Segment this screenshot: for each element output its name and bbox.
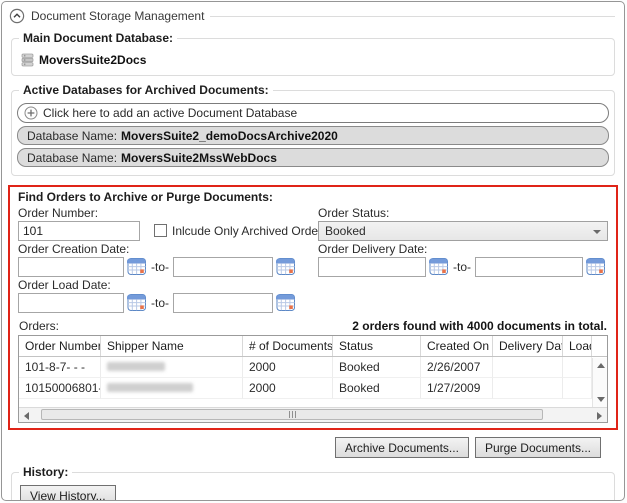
main-database-group: Main Document Database: MoversSuite2Docs [11,38,615,76]
order-status-label: Order Status: [318,205,608,220]
view-history-button[interactable]: View History... [20,485,116,501]
date-range-separator: -to- [449,260,475,274]
status-cell: Booked [333,378,421,399]
header-divider [210,16,615,17]
archived-databases-group: Active Databases for Archived Documents:… [11,90,615,176]
scroll-right-icon[interactable] [597,412,602,420]
creation-date-label: Order Creation Date: [18,241,310,256]
order-number-label: Order Number: [18,205,310,220]
chevron-down-icon [593,230,601,234]
column-header-status[interactable]: Status [333,336,421,356]
delivery-date-from-input[interactable] [318,257,426,277]
load-date-to-input[interactable] [173,293,273,313]
column-header-documents[interactable]: # of Documents [243,336,333,356]
document-storage-management-panel: Document Storage Management Main Documen… [1,1,625,501]
calendar-icon[interactable] [127,257,147,276]
order-status-dropdown[interactable]: Booked [318,221,608,241]
panel-header: Document Storage Management [2,2,624,24]
scroll-left-icon[interactable] [24,412,29,420]
archive-documents-button[interactable]: Archive Documents... [335,437,469,458]
order-status-value: Booked [325,224,366,238]
panel-title: Document Storage Management [31,9,204,23]
calendar-icon[interactable] [127,293,147,312]
horizontal-scrollbar-thumb[interactable] [41,409,543,420]
column-header-delivery-date[interactable]: Delivery Date [493,336,563,356]
load-date-from-input[interactable] [18,293,124,313]
thumb-grip-icon [289,411,290,418]
calendar-icon[interactable] [586,257,606,276]
archived-databases-label: Active Databases for Archived Documents: [19,83,273,97]
find-orders-panel: Find Orders to Archive or Purge Document… [8,185,618,430]
delivery-date-cell [493,357,563,378]
scroll-up-icon[interactable] [597,363,605,368]
calendar-icon[interactable] [429,257,449,276]
archived-only-label: Inlcude Only Archived Orders [172,224,328,238]
thumb-grip-icon [295,411,296,418]
status-cell: Booked [333,357,421,378]
main-database-label: Main Document Database: [19,31,177,45]
thumb-grip-icon [292,411,293,418]
find-orders-title: Find Orders to Archive or Purge Document… [18,190,608,205]
archived-database-name: MoversSuite2MssWebDocs [121,151,277,165]
date-range-separator: -to- [147,260,173,274]
documents-cell: 2000 [243,378,333,399]
order-row[interactable]: 10150006801- - - 2000 Booked 1/27/2009 [19,378,607,399]
order-number-input[interactable] [18,221,140,241]
redacted-shipper-name [107,362,165,371]
vertical-scrollbar[interactable] [592,358,607,407]
order-row[interactable]: 101-8-7- - - 2000 Booked 2/26/2007 [19,357,607,378]
scroll-down-icon[interactable] [597,397,605,402]
date-range-separator: -to- [147,296,173,310]
collapse-chevron-up-icon[interactable] [9,8,25,24]
orders-summary: 2 orders found with 4000 documents in to… [352,319,607,333]
load-date-cell [563,357,592,378]
history-label: History: [19,465,72,479]
column-header-order-number[interactable]: Order Number [19,336,101,356]
calendar-icon[interactable] [276,257,296,276]
database-icon [21,53,34,67]
archived-only-checkbox[interactable] [154,224,167,237]
delivery-date-cell [493,378,563,399]
creation-date-from-input[interactable] [18,257,124,277]
column-header-load-date[interactable]: Load Date [563,336,592,356]
shipper-name-cell [101,357,243,378]
created-on-cell: 1/27/2009 [421,378,493,399]
order-number-cell: 101-8-7- - - [19,357,101,378]
redacted-shipper-name [107,383,193,392]
load-date-label: Order Load Date: [18,277,310,292]
load-date-cell [563,378,592,399]
delivery-date-label: Order Delivery Date: [318,241,608,256]
orders-table-header: Order Number Shipper Name # of Documents… [19,336,607,357]
archived-database-item[interactable]: Database Name: MoversSuite2MssWebDocs [17,148,609,167]
add-database-prompt: Click here to add an active Document Dat… [43,106,297,120]
delivery-date-to-input[interactable] [475,257,583,277]
main-database-name: MoversSuite2Docs [39,53,146,67]
history-group: History: View History... [11,472,615,501]
order-number-cell: 10150006801- - - [19,378,101,399]
column-header-shipper-name[interactable]: Shipper Name [101,336,243,356]
database-name-prefix: Database Name: [27,151,117,165]
column-header-created-on[interactable]: Created On [421,336,493,356]
orders-label: Orders: [19,319,59,333]
database-name-prefix: Database Name: [27,129,117,143]
purge-documents-button[interactable]: Purge Documents... [475,437,601,458]
archived-database-name: MoversSuite2_demoDocsArchive2020 [121,129,338,143]
orders-table: Order Number Shipper Name # of Documents… [18,335,608,423]
archived-database-item[interactable]: Database Name: MoversSuite2_demoDocsArch… [17,126,609,145]
created-on-cell: 2/26/2007 [421,357,493,378]
documents-cell: 2000 [243,357,333,378]
horizontal-scrollbar[interactable] [19,407,607,422]
shipper-name-cell [101,378,243,399]
add-database-button[interactable]: Click here to add an active Document Dat… [17,103,609,123]
calendar-icon[interactable] [276,293,296,312]
creation-date-to-input[interactable] [173,257,273,277]
plus-circle-icon [24,106,38,120]
